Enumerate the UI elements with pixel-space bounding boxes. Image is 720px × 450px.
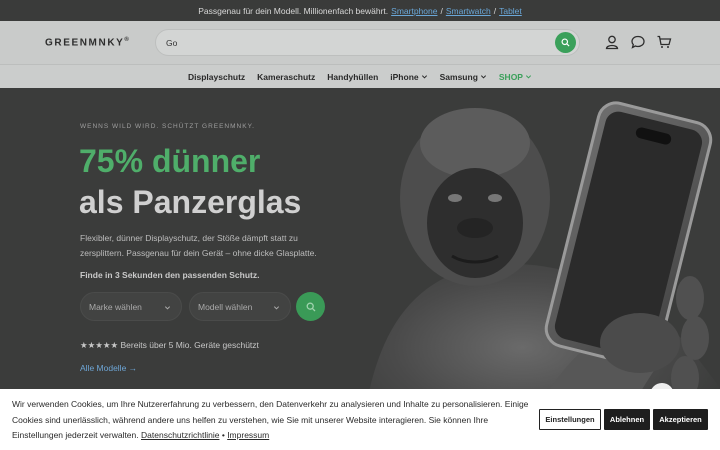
search-bar [155,29,580,56]
nav-item-handyhuellen[interactable]: Handyhüllen [327,72,378,82]
model-select[interactable]: Modell wählen [189,292,291,321]
privacy-link[interactable]: Datenschutzrichtlinie [141,430,219,440]
model-select-label: Modell wählen [198,301,253,312]
nav-item-kameraschutz[interactable]: Kameraschutz [257,72,315,82]
hero-eyebrow: WENNS WILD WIRD. SCHÜTZT GREENMNKY. [80,123,255,130]
cookie-accept-button[interactable]: Akzeptieren [653,409,708,430]
cart-icon[interactable] [656,34,672,50]
cookie-text: Wir verwenden Cookies, um Ihre Nutzererf… [12,399,529,440]
link-separator: • [221,430,225,440]
cookie-settings-button[interactable]: Einstellungen [539,409,601,430]
chevron-down-icon [273,306,280,310]
cookie-banner: Wir verwenden Cookies, um Ihre Nutzererf… [0,389,720,450]
separator: / [493,5,497,16]
brand-select[interactable]: Marke wählen [80,292,182,321]
announcement-text: Passgenau für dein Modell. Millionenfach… [198,5,389,16]
hero-headline: als Panzerglas [79,184,302,220]
chevron-down-icon [421,75,427,79]
nav-item-samsung[interactable]: Samsung [440,72,487,82]
link-smartwatch[interactable]: Smartwatch [446,6,491,16]
site-header: GREENMNKY® [0,21,720,64]
user-icon[interactable] [604,34,620,50]
search-icon [561,38,570,47]
cookie-text-block: Wir verwenden Cookies, um Ihre Nutzererf… [12,397,537,444]
nav-item-shop[interactable]: SHOP [499,72,532,82]
finder-label: Finde in 3 Sekunden den passenden Schutz… [80,270,260,280]
chevron-down-icon [480,75,486,79]
cookie-reject-button[interactable]: Ablehnen [604,409,650,430]
link-tablet[interactable]: Tablet [499,6,522,16]
logo[interactable]: GREENMNKY® [45,37,130,48]
hero-description: Flexibler, dünner Displayschutz, der Stö… [80,233,317,258]
hero-headline-accent: 75% dünner [79,143,261,179]
all-models-link[interactable]: Alle Modelle → [80,363,137,373]
separator: / [440,5,443,16]
nav-item-displayschutz[interactable]: Displayschutz [188,72,245,82]
main-nav: Displayschutz Kameraschutz Handyhüllen i… [0,64,720,88]
chevron-down-icon [525,75,532,79]
chat-icon[interactable] [630,34,646,50]
announcement-bar: Passgenau für dein Modell. Millionenfach… [0,0,720,21]
finder-search-button[interactable] [296,292,325,321]
nav-item-iphone[interactable]: iPhone [390,72,427,82]
search-button[interactable] [555,32,576,53]
search-icon [306,302,315,311]
chevron-down-icon [164,306,171,310]
link-smartphone[interactable]: Smartphone [391,6,437,16]
brand-select-label: Marke wählen [89,301,142,312]
rating-text: ★★★★★ Bereits über 5 Mio. Geräte geschüt… [80,340,259,350]
imprint-link[interactable]: Impressum [227,430,269,440]
search-input[interactable] [166,36,546,50]
